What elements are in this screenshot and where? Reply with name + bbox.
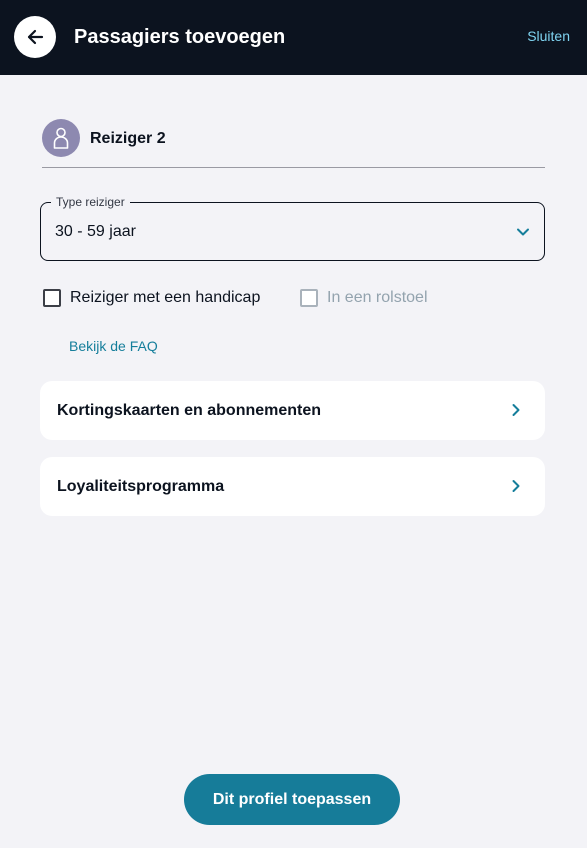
wheelchair-label: In een rolstoel [327, 289, 428, 306]
handicap-label: Reiziger met een handicap [70, 289, 261, 306]
traveler-type-select[interactable]: Type reiziger 30 - 59 jaar [40, 195, 545, 261]
arrow-left-icon [27, 29, 44, 45]
chevron-down-icon [517, 228, 529, 236]
close-link[interactable]: Sluiten [527, 28, 570, 44]
app-header: Passagiers toevoegen Sluiten [0, 0, 587, 75]
apply-profile-button[interactable]: Dit profiel toepassen [184, 774, 400, 825]
loyalty-program-item[interactable]: Loyaliteitsprogramma [40, 457, 545, 516]
wheelchair-option[interactable]: In een rolstoel [300, 288, 428, 308]
back-button[interactable] [14, 16, 56, 58]
card-label: Loyaliteitsprogramma [57, 478, 225, 495]
traveler-name: Reiziger 2 [90, 130, 166, 147]
avatar [42, 119, 80, 157]
discount-cards-item[interactable]: Kortingskaarten en abonnementen [40, 381, 545, 440]
faq-link[interactable]: Bekijk de FAQ [69, 338, 158, 354]
page-title: Passagiers toevoegen [74, 26, 286, 48]
card-label: Kortingskaarten en abonnementen [57, 402, 322, 419]
select-value: 30 - 59 jaar [55, 223, 136, 240]
handicap-checkbox[interactable] [43, 289, 61, 307]
handicap-option[interactable]: Reiziger met een handicap [43, 288, 260, 308]
select-label: Type reiziger [51, 195, 130, 209]
traveler-header: Reiziger 2 [42, 119, 545, 168]
chevron-right-icon [512, 480, 520, 492]
wheelchair-checkbox[interactable] [300, 289, 318, 307]
chevron-right-icon [512, 404, 520, 416]
person-icon [53, 127, 69, 149]
